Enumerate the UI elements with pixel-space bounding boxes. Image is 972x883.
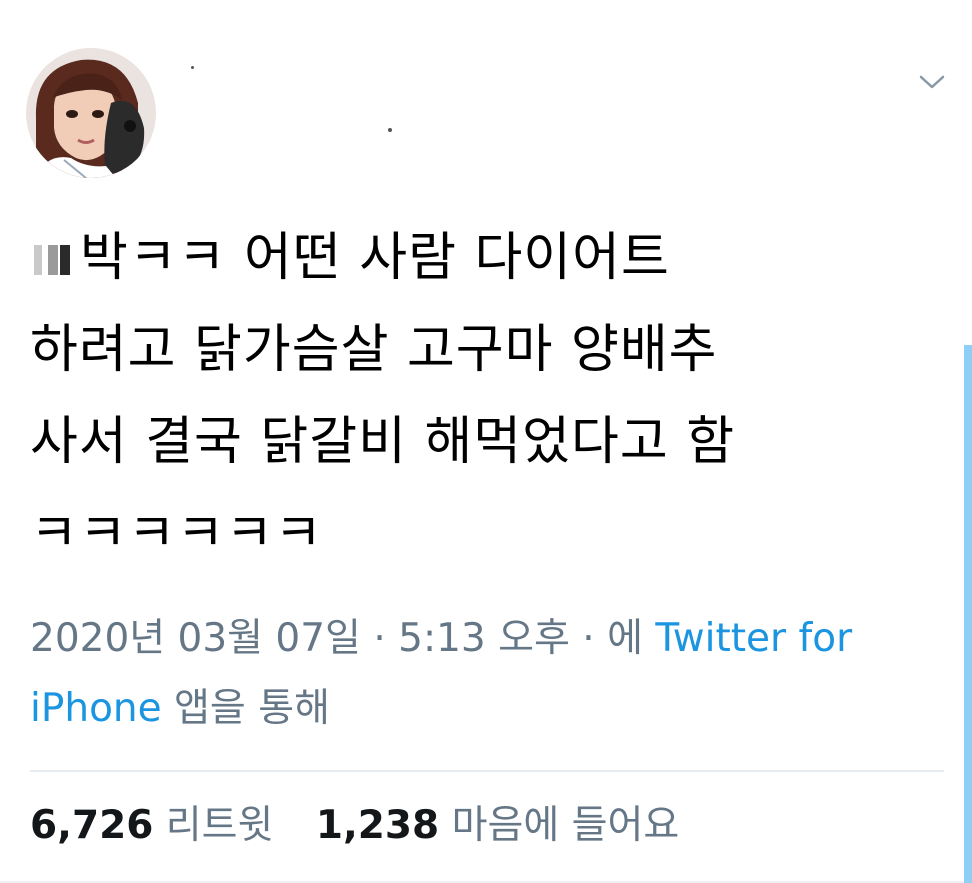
like-label[interactable]: 마음에 들어요 [452,803,680,848]
tweet-date[interactable]: 2020년 03월 07일 [30,616,361,661]
tweet-line-text: 박ㅋㅋ 어떤 사람 다이어트 [80,228,670,288]
tweet-line: 박ㅋㅋ 어떤 사람 다이어트 [30,212,930,304]
tweet-text: 박ㅋㅋ 어떤 사람 다이어트 하려고 닭가슴살 고구마 양배추 사서 결국 닭갈… [30,212,930,580]
retweet-count[interactable]: 6,726 [30,803,153,848]
tweet-line: 사서 결국 닭갈비 해먹었다고 함 [30,412,736,472]
tweet-time[interactable]: 5:13 오후 [398,616,570,661]
scrollbar-accent [964,345,972,883]
source-link[interactable]: Twitter for [655,616,852,661]
speck [388,128,392,132]
speck [191,66,194,69]
source-link[interactable]: iPhone [30,686,162,731]
meta-separator: · 에 [569,616,656,661]
tweet-line: 하려고 닭가슴살 고구마 양배추 [30,320,718,380]
meta-separator: · [360,616,399,661]
tweet-line: ㅋㅋㅋㅋㅋㅋ [30,504,324,564]
tweet-stats: 6,726 리트윗 1,238 마음에 들어요 [30,796,709,856]
divider [30,770,944,772]
redaction-mark [30,241,78,277]
avatar[interactable] [26,48,156,178]
retweet-label[interactable]: 리트윗 [166,803,274,848]
like-count[interactable]: 1,238 [316,803,439,848]
tweet-meta: 2020년 03월 07일 · 5:13 오후 · 에 Twitter for … [30,604,930,744]
source-suffix: 앱을 통해 [161,686,330,731]
chevron-down-icon[interactable] [918,72,946,92]
avatar-illustration [26,48,156,178]
